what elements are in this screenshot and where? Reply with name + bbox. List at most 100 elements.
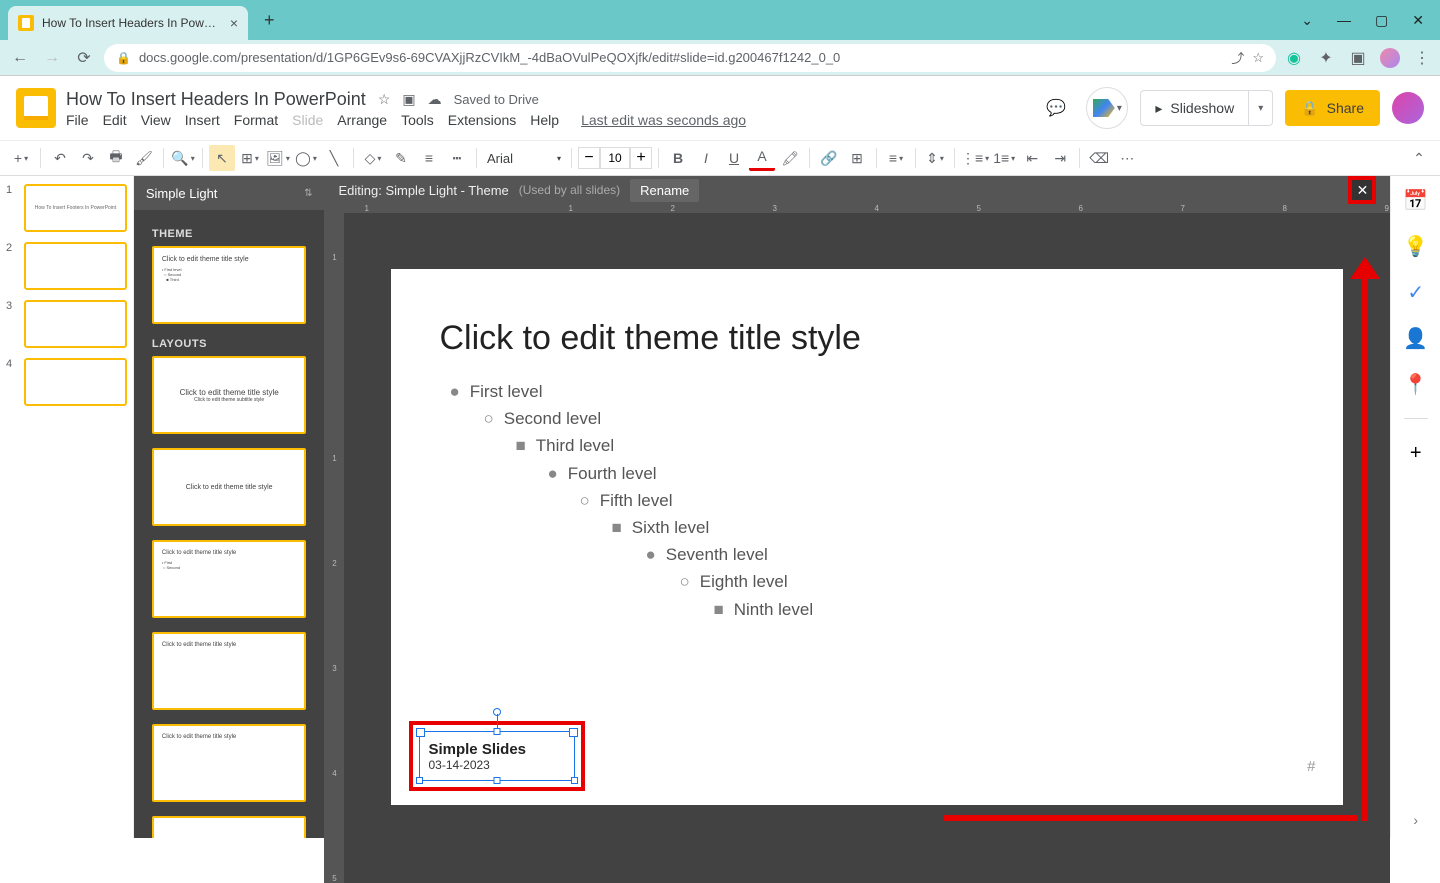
chrome-menu-icon[interactable]: ⋮ bbox=[1412, 48, 1432, 68]
layout-thumb-5[interactable]: Click to edit theme title style bbox=[152, 724, 307, 802]
font-size-input[interactable] bbox=[600, 147, 630, 169]
number-list-icon[interactable]: 1≡ bbox=[991, 145, 1017, 171]
slide-thumb-4[interactable]: 4 bbox=[6, 358, 127, 406]
chevron-down-icon[interactable]: ⌄ bbox=[1301, 12, 1313, 29]
underline-icon[interactable]: U bbox=[721, 145, 747, 171]
new-slide-button[interactable]: + bbox=[8, 145, 34, 171]
indent-decrease-icon[interactable]: ⇤ bbox=[1019, 145, 1045, 171]
theme-header[interactable]: Simple Light ⇅ bbox=[134, 176, 325, 210]
slide-thumb-3[interactable]: 3 bbox=[6, 300, 127, 348]
bullet-list-icon[interactable]: ⋮≡ bbox=[961, 145, 989, 171]
address-bar[interactable]: 🔒 docs.google.com/presentation/d/1GP6GEv… bbox=[104, 44, 1276, 72]
close-icon[interactable]: ✕ bbox=[1412, 12, 1424, 29]
menu-file[interactable]: File bbox=[66, 112, 89, 128]
body-placeholder[interactable]: ●First level ○Second level ■Third level … bbox=[439, 378, 1295, 623]
layout-thumb-4[interactable]: Click to edit theme title style bbox=[152, 632, 307, 710]
comments-icon[interactable]: 💬 bbox=[1038, 90, 1074, 126]
layout-thumb-2[interactable]: Click to edit theme title style bbox=[152, 448, 307, 526]
fill-color-icon[interactable]: ◇ bbox=[360, 145, 386, 171]
forward-icon[interactable]: → bbox=[40, 46, 64, 70]
hide-side-panel-icon[interactable]: › bbox=[1413, 812, 1418, 828]
browser-tab[interactable]: How To Insert Headers In PowerP × bbox=[8, 6, 248, 40]
theme-thumb[interactable]: Click to edit theme title style • First … bbox=[152, 246, 307, 324]
border-dash-icon[interactable]: ┅ bbox=[444, 145, 470, 171]
reload-icon[interactable]: ⟳ bbox=[72, 46, 96, 70]
menu-edit[interactable]: Edit bbox=[103, 112, 127, 128]
tasks-icon[interactable]: ✓ bbox=[1404, 280, 1428, 304]
grammarly-icon[interactable]: ◉ bbox=[1284, 48, 1304, 68]
image-icon[interactable]: 🖼 bbox=[265, 145, 291, 171]
line-spacing-icon[interactable]: ⇕ bbox=[922, 145, 948, 171]
page-number-placeholder[interactable]: # bbox=[1307, 758, 1315, 775]
comment-icon[interactable]: ⊞ bbox=[844, 145, 870, 171]
font-select[interactable]: Arial▾ bbox=[483, 151, 565, 166]
side-panel-icon[interactable]: ▣ bbox=[1348, 48, 1368, 68]
menu-view[interactable]: View bbox=[141, 112, 171, 128]
last-edit-link[interactable]: Last edit was seconds ago bbox=[581, 112, 746, 128]
line-icon[interactable]: ╲ bbox=[321, 145, 347, 171]
slide-canvas[interactable]: Click to edit theme title style ●First l… bbox=[344, 213, 1390, 883]
slides-logo-icon[interactable] bbox=[16, 88, 56, 128]
link-icon[interactable]: 🔗 bbox=[816, 145, 842, 171]
textbox-icon[interactable]: ⊞ bbox=[237, 145, 263, 171]
close-theme-editor-button[interactable]: ✕ bbox=[1348, 176, 1376, 204]
extensions-icon[interactable]: ✦ bbox=[1316, 48, 1336, 68]
slideshow-button[interactable]: ▸ Slideshow bbox=[1140, 90, 1249, 126]
font-size-increase[interactable]: + bbox=[630, 147, 652, 169]
share-button[interactable]: 🔒 Share bbox=[1285, 90, 1380, 126]
layout-thumb-3[interactable]: Click to edit theme title style • First … bbox=[152, 540, 307, 618]
border-color-icon[interactable]: ✎ bbox=[388, 145, 414, 171]
redo-icon[interactable]: ↷ bbox=[75, 145, 101, 171]
move-doc-icon[interactable]: ▣ bbox=[402, 91, 415, 108]
cloud-icon[interactable]: ☁ bbox=[428, 91, 442, 108]
text-color-icon[interactable]: A bbox=[749, 145, 775, 171]
horizontal-ruler[interactable]: 1123456789 bbox=[324, 204, 1390, 213]
shape-icon[interactable]: ◯ bbox=[293, 145, 319, 171]
menu-tools[interactable]: Tools bbox=[401, 112, 434, 128]
menu-extensions[interactable]: Extensions bbox=[448, 112, 516, 128]
profile-avatar[interactable] bbox=[1380, 48, 1400, 68]
indent-increase-icon[interactable]: ⇥ bbox=[1047, 145, 1073, 171]
menu-insert[interactable]: Insert bbox=[185, 112, 220, 128]
undo-icon[interactable]: ↶ bbox=[47, 145, 73, 171]
select-tool-icon[interactable]: ↖ bbox=[209, 145, 235, 171]
slide-thumb-1[interactable]: 1 How To Insert Footers In PowerPoint bbox=[6, 184, 127, 232]
document-title[interactable]: How To Insert Headers In PowerPoint bbox=[66, 89, 366, 110]
calendar-icon[interactable]: 📅 bbox=[1404, 188, 1428, 212]
slide-thumb-2[interactable]: 2 bbox=[6, 242, 127, 290]
keep-icon[interactable]: 💡 bbox=[1404, 234, 1428, 258]
border-weight-icon[interactable]: ≡ bbox=[416, 145, 442, 171]
minimize-icon[interactable]: ― bbox=[1337, 12, 1351, 29]
layout-thumb-6[interactable] bbox=[152, 816, 307, 838]
menu-format[interactable]: Format bbox=[234, 112, 278, 128]
print-icon[interactable]: 🖶 bbox=[103, 145, 129, 171]
maps-icon[interactable]: 📍 bbox=[1404, 372, 1428, 396]
add-addon-icon[interactable]: + bbox=[1404, 441, 1428, 465]
tab-close-icon[interactable]: × bbox=[230, 15, 238, 31]
meet-button[interactable]: ▾ bbox=[1086, 87, 1128, 129]
vertical-ruler[interactable]: 112345 bbox=[324, 213, 344, 883]
bold-icon[interactable]: B bbox=[665, 145, 691, 171]
rename-button[interactable]: Rename bbox=[630, 179, 699, 202]
footer-text-box[interactable]: Simple Slides 03-14-2023 bbox=[419, 731, 575, 781]
contacts-icon[interactable]: 👤 bbox=[1404, 326, 1428, 350]
menu-help[interactable]: Help bbox=[530, 112, 559, 128]
italic-icon[interactable]: I bbox=[693, 145, 719, 171]
font-size-decrease[interactable]: − bbox=[578, 147, 600, 169]
maximize-icon[interactable]: ▢ bbox=[1375, 12, 1388, 29]
star-icon[interactable]: ☆ bbox=[1252, 50, 1264, 66]
title-placeholder[interactable]: Click to edit theme title style bbox=[439, 319, 1295, 358]
star-doc-icon[interactable]: ☆ bbox=[378, 91, 391, 108]
back-icon[interactable]: ← bbox=[8, 46, 32, 70]
layout-thumb-1[interactable]: Click to edit theme title style Click to… bbox=[152, 356, 307, 434]
clear-format-icon[interactable]: ⌫ bbox=[1086, 145, 1112, 171]
more-icon[interactable]: ⋯ bbox=[1114, 145, 1140, 171]
highlight-icon[interactable]: 🖍 bbox=[777, 145, 803, 171]
account-avatar[interactable] bbox=[1392, 92, 1424, 124]
paint-format-icon[interactable]: 🖌 bbox=[131, 145, 157, 171]
slideshow-dropdown[interactable]: ▾ bbox=[1249, 90, 1273, 126]
collapse-toolbar-icon[interactable]: ⌃ bbox=[1406, 145, 1432, 171]
share-page-icon[interactable]: ⤴ bbox=[1231, 48, 1244, 67]
new-tab-button[interactable]: + bbox=[256, 6, 283, 35]
menu-arrange[interactable]: Arrange bbox=[337, 112, 387, 128]
